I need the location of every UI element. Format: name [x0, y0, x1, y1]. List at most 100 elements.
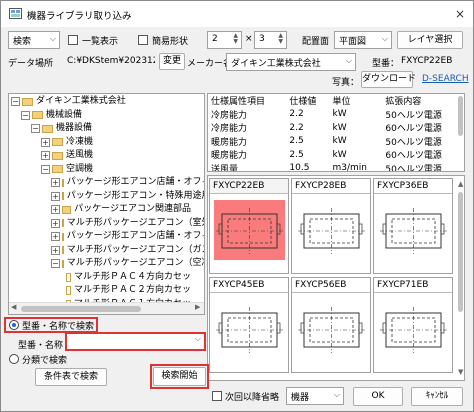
- tree-node[interactable]: マルチ形ＰＡＣ２方向カセッ: [11, 284, 191, 298]
- tree-node[interactable]: − ダイキン工業株式会社: [11, 95, 191, 109]
- placement-value: 平面図: [339, 37, 367, 47]
- layer-select-button[interactable]: レイヤ選択: [397, 31, 463, 49]
- expand-icon[interactable]: +: [51, 191, 60, 201]
- scroll-down-icon[interactable]: ▼: [458, 368, 463, 376]
- tree-node-label: 機器設備: [56, 123, 93, 133]
- column-header[interactable]: 拡張内容: [382, 94, 464, 108]
- category-tree[interactable]: − ダイキン工業株式会社 − 機械設備 − 機器設備 + 冷凍機 + 送風機 − 空調機 + パッケージ形…: [8, 93, 205, 315]
- tree-node[interactable]: − 機器設備: [11, 122, 191, 136]
- tree-node[interactable]: + マルチ形パッケージエアコン（室外: [11, 217, 204, 231]
- search-mode-select[interactable]: 検索 ⌵: [8, 31, 60, 49]
- radio-category-search[interactable]: [9, 354, 19, 364]
- expand-icon[interactable]: +: [51, 245, 60, 255]
- device-select[interactable]: 機器 ⌵: [286, 387, 344, 405]
- thumbnail-card[interactable]: FXYCP71EB: [373, 277, 453, 373]
- column-header[interactable]: 仕様値: [286, 94, 329, 108]
- unit-plan-image: [214, 200, 285, 260]
- folder-icon: [61, 219, 64, 228]
- expand-icon[interactable]: +: [41, 151, 50, 161]
- column-header[interactable]: 仕様属性項目: [208, 94, 286, 108]
- model-label: 型番：: [372, 59, 400, 69]
- tree-node[interactable]: + パッケージ形エアコン店舗・オフィス: [11, 230, 204, 244]
- scroll-left-icon[interactable]: ◀: [11, 303, 16, 311]
- unit-plan-image: [378, 200, 449, 260]
- library-import-dialog: 機器ライブラリ取り込み × 検索 ⌵ 一覧表示 簡易形状 2 ▲ ▼ × 3 ▲ ▼ 配置…: [0, 0, 474, 412]
- thumbnail-card[interactable]: FXYCP36EB: [373, 178, 453, 274]
- table-scrollbar[interactable]: [458, 96, 463, 136]
- table-cell: m3/min: [332, 163, 368, 172]
- expand-icon[interactable]: +: [51, 205, 60, 215]
- folder-icon: [61, 232, 64, 241]
- thumbnail-label: FXYCP22EB: [210, 179, 288, 194]
- table-cell: 60ヘルツ電源: [385, 151, 442, 162]
- tree-node[interactable]: + パッケージ形エアコン・特殊用途用: [11, 190, 204, 204]
- scroll-right-icon[interactable]: ▶: [195, 303, 200, 311]
- download-button[interactable]: ダウンロード: [361, 71, 416, 88]
- maker-select[interactable]: ダイキン工業株式会社 ⌵: [226, 53, 356, 71]
- tree-node[interactable]: + 送風機: [11, 149, 191, 163]
- stepper-arrows-icon[interactable]: ▲ ▼: [233, 33, 238, 45]
- placement-select[interactable]: 平面図 ⌵: [334, 31, 392, 49]
- tree-node[interactable]: + 冷凍機: [11, 136, 191, 150]
- thumbnail-card[interactable]: FXYCP45EB: [209, 277, 289, 373]
- thumbnail-label: FXYCP28EB: [292, 179, 370, 194]
- table-cell: 暖房能力: [211, 137, 248, 148]
- expand-icon[interactable]: +: [51, 178, 60, 188]
- collapse-icon[interactable]: −: [51, 259, 60, 269]
- thumbnail-card[interactable]: FXYCP28EB: [291, 178, 371, 274]
- ok-button[interactable]: OK: [353, 387, 403, 406]
- scroll-thumb[interactable]: [21, 306, 141, 312]
- unit-plan-image: [296, 299, 367, 359]
- table-row: 冷房能力 2.2 kW 60ヘルツ電源: [208, 121, 464, 135]
- tree-node[interactable]: + パッケージエアコン関連部品: [11, 203, 191, 217]
- thumbnail-card[interactable]: FXYCP56EB: [291, 277, 371, 373]
- columns-stepper[interactable]: 2 ▲ ▼: [207, 31, 242, 49]
- thumbnail-card[interactable]: FXYCP22EB: [209, 178, 289, 274]
- column-header[interactable]: 単位: [330, 94, 383, 108]
- close-icon[interactable]: ×: [451, 5, 469, 23]
- unit-plan-image: [214, 299, 285, 359]
- tree-horizontal-scrollbar[interactable]: ◀ ▶: [9, 302, 204, 314]
- expand-icon[interactable]: +: [51, 218, 60, 228]
- grid-scrollbar[interactable]: [458, 192, 463, 312]
- radio-model-search[interactable]: [9, 320, 19, 330]
- start-search-button[interactable]: 検索開始: [153, 367, 206, 386]
- collapse-icon[interactable]: −: [31, 124, 40, 134]
- unit-plan-image: [378, 299, 449, 359]
- rows-stepper[interactable]: 3 ▲ ▼: [254, 31, 287, 49]
- list-view-checkbox[interactable]: [68, 35, 78, 45]
- tree-node[interactable]: マルチ形ＰＡＣ４方向カセッ: [11, 271, 191, 285]
- tree-node[interactable]: − 空調機: [11, 163, 191, 177]
- collapse-icon[interactable]: −: [11, 97, 20, 107]
- stepper-arrows-icon[interactable]: ▲ ▼: [278, 33, 283, 45]
- table-cell: 冷房能力: [211, 110, 248, 121]
- photo-label: 写真：: [332, 78, 360, 88]
- tree-node[interactable]: + パッケージ形エアコン店舗・オフィス: [11, 176, 204, 190]
- dsearch-link[interactable]: D-SEARCH: [422, 74, 469, 84]
- folder-icon: [52, 138, 63, 147]
- collapse-icon[interactable]: −: [21, 110, 30, 120]
- simple-shape-checkbox[interactable]: [138, 35, 148, 45]
- condition-table-search-button[interactable]: 条件表で検索: [35, 368, 107, 386]
- cancel-button[interactable]: ｷｬﾝｾﾙ: [411, 387, 463, 406]
- folder-icon: [61, 205, 72, 214]
- thumbnail-label: FXYCP71EB: [374, 278, 452, 293]
- chevron-down-icon: ⌵: [333, 390, 340, 399]
- scroll-up-icon[interactable]: ▲: [458, 180, 463, 188]
- tree-node-label: マルチ形パッケージエアコン（室外: [66, 217, 205, 228]
- tree-node[interactable]: − 機械設備: [11, 109, 191, 123]
- folder-icon: [42, 124, 53, 133]
- tree-node[interactable]: − マルチ形パッケージエアコン（空冷: [11, 257, 204, 271]
- change-button[interactable]: 変更: [159, 53, 185, 70]
- list-view-label: 一覧表示: [82, 37, 119, 47]
- skip-next-checkbox[interactable]: [212, 391, 222, 401]
- folder-icon: [22, 97, 33, 106]
- expand-icon[interactable]: +: [41, 137, 50, 147]
- expand-icon[interactable]: +: [51, 232, 60, 242]
- tree-node-label: 機械設備: [46, 109, 83, 120]
- tree-node[interactable]: + マルチ形パッケージエアコン（ガスト: [11, 244, 204, 258]
- collapse-icon[interactable]: −: [41, 164, 50, 174]
- folder-icon: [61, 192, 64, 201]
- model-name-input[interactable]: ⌵: [67, 334, 204, 349]
- chevron-down-icon: ⌵: [49, 34, 56, 43]
